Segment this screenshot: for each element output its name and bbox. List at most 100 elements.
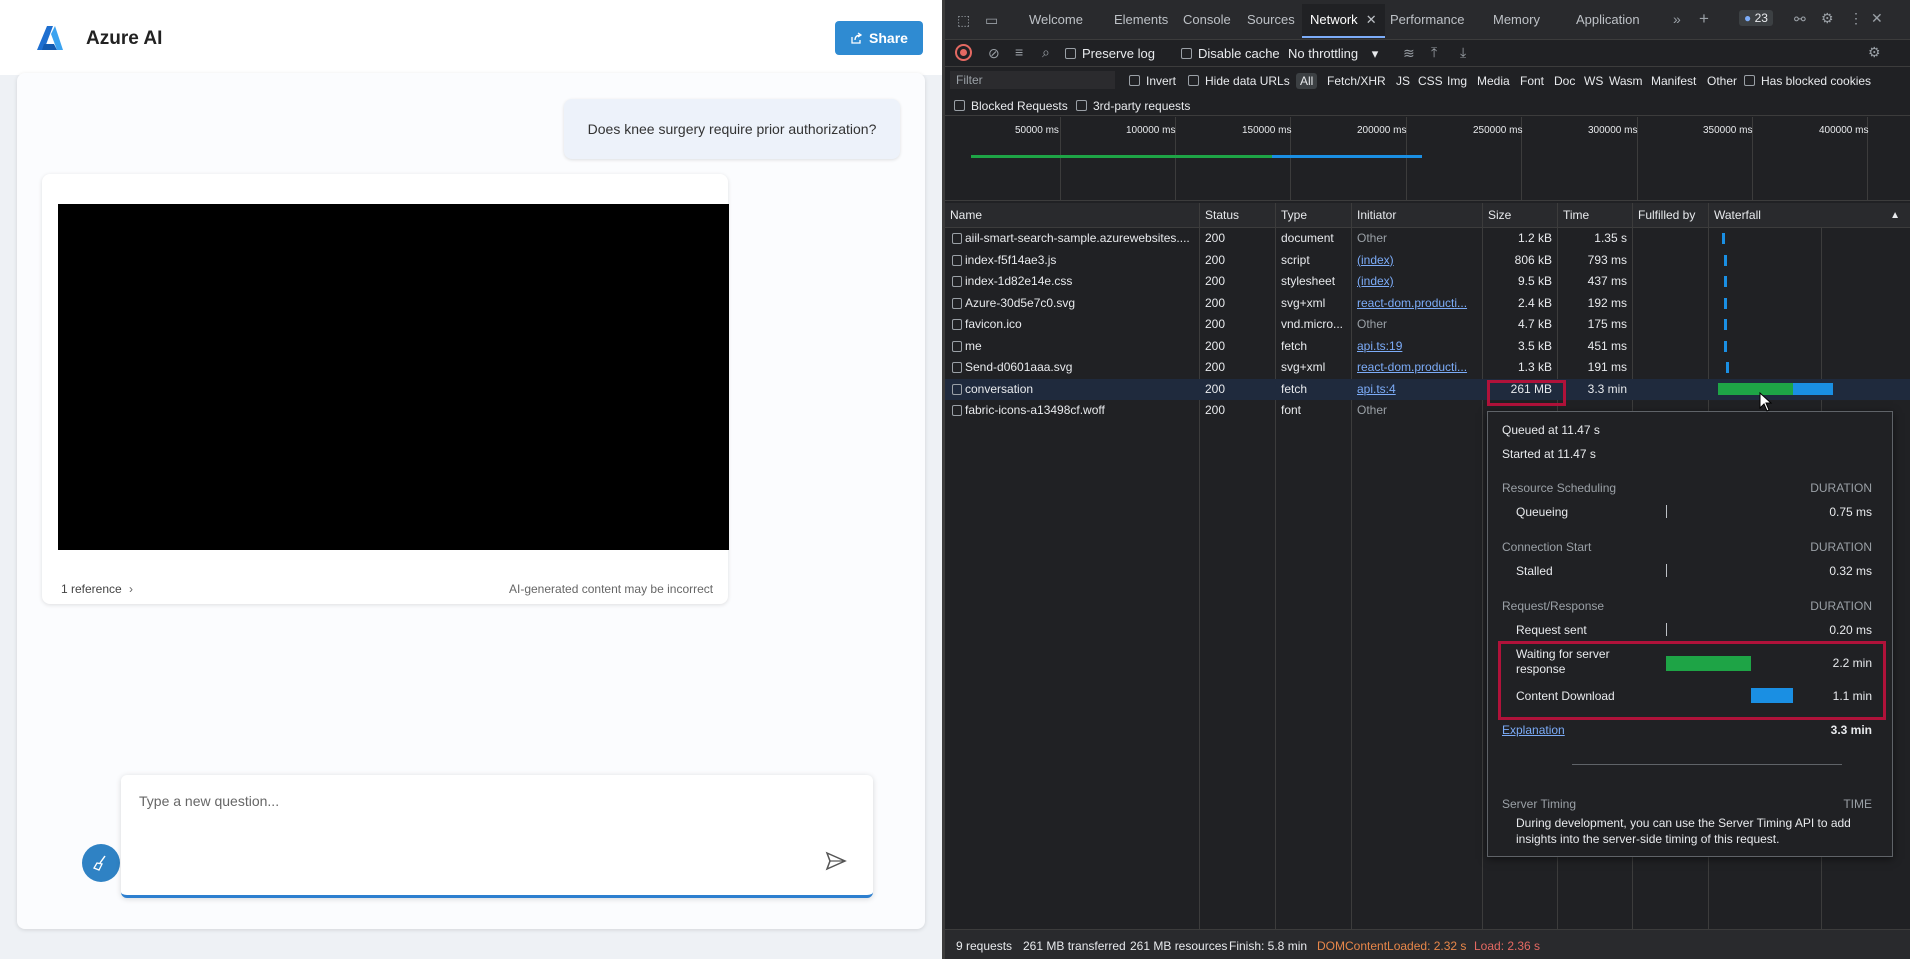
table-row[interactable]: aiil-smart-search-sample.azurewebsites..…: [945, 228, 1910, 249]
filter-type-wasm[interactable]: Wasm: [1609, 74, 1643, 88]
request-sent-value: 0.20 ms: [1829, 623, 1872, 637]
tab-memory[interactable]: Memory: [1493, 12, 1540, 27]
more-options-icon[interactable]: ⋮: [1849, 10, 1863, 27]
request-status: 200: [1205, 274, 1226, 288]
column-size[interactable]: Size: [1483, 203, 1558, 228]
status-dom-content-loaded: DOMContentLoaded: 2.32 s: [1317, 939, 1467, 953]
filter-type-css[interactable]: CSS: [1418, 74, 1443, 88]
request-initiator[interactable]: api.ts:19: [1357, 339, 1479, 353]
filter-type-font[interactable]: Font: [1520, 74, 1544, 88]
column-fulfilled-by[interactable]: Fulfilled by: [1633, 203, 1709, 228]
request-initiator: Other: [1357, 403, 1388, 417]
request-initiator[interactable]: api.ts:4: [1357, 382, 1479, 396]
tab-network[interactable]: Network ✕: [1302, 4, 1385, 38]
overview-tick: 150000 ms: [1242, 125, 1292, 136]
overview-waiting-bar: [971, 155, 1298, 158]
request-size: 806 kB: [1514, 252, 1552, 267]
add-tab-icon[interactable]: +: [1699, 9, 1709, 29]
share-button[interactable]: Share: [835, 21, 923, 55]
tab-console[interactable]: Console: [1183, 12, 1231, 27]
table-row[interactable]: me 200 fetch api.ts:19 3.5 kB 451 ms: [945, 336, 1910, 357]
export-har-icon[interactable]: ⤓: [1460, 44, 1466, 61]
throttling-select[interactable]: No throttling ▾: [1288, 46, 1378, 62]
send-icon[interactable]: [824, 849, 848, 873]
invert-checkbox[interactable]: Invert: [1129, 74, 1176, 88]
column-status[interactable]: Status: [1200, 203, 1276, 228]
overview-download-bar: [1272, 155, 1422, 158]
filter-type-fetch-xhr[interactable]: Fetch/XHR: [1327, 74, 1386, 88]
has-blocked-cookies-checkbox[interactable]: Has blocked cookies: [1744, 74, 1871, 88]
request-status: 200: [1205, 231, 1226, 245]
table-row[interactable]: Azure-30d5e7c0.svg 200 svg+xml react-dom.pr…: [945, 293, 1910, 314]
disable-cache-checkbox[interactable]: Disable cache: [1181, 46, 1280, 61]
tab-performance[interactable]: Performance: [1390, 12, 1464, 27]
inspect-icon[interactable]: ⬚: [957, 12, 970, 29]
tab-sources[interactable]: Sources: [1247, 12, 1295, 27]
filter-type-media[interactable]: Media: [1477, 74, 1510, 88]
import-har-icon[interactable]: ⤒: [1431, 44, 1437, 61]
devtools-tab-bar: ⬚ ▭ Welcome Elements Console Sources Net…: [945, 0, 1910, 40]
filter-type-other[interactable]: Other: [1707, 74, 1737, 88]
app-header: Azure AI Share: [0, 0, 942, 75]
connect-icon[interactable]: ⚯: [1794, 11, 1806, 28]
request-initiator[interactable]: (index): [1357, 253, 1479, 267]
hide-data-urls-checkbox[interactable]: Hide data URLs: [1188, 74, 1290, 88]
close-icon[interactable]: ✕: [1366, 12, 1377, 27]
filter-type-manifest[interactable]: Manifest: [1651, 74, 1696, 88]
request-status: 200: [1205, 381, 1226, 396]
status-request-count: 9 requests: [956, 939, 1013, 953]
tab-application[interactable]: Application: [1576, 12, 1640, 27]
filter-type-js[interactable]: JS: [1396, 74, 1410, 88]
clear-icon[interactable]: ⊘: [988, 45, 1000, 62]
request-initiator[interactable]: react-dom.producti...: [1357, 360, 1479, 374]
clear-chat-button[interactable]: [82, 844, 120, 882]
filter-type-all[interactable]: All: [1296, 73, 1318, 89]
chevron-right-icon: ›: [129, 582, 134, 596]
filter-type-img[interactable]: Img: [1447, 74, 1467, 88]
network-overview[interactable]: 50000 ms 100000 ms 150000 ms 200000 ms 2…: [945, 117, 1910, 201]
column-name[interactable]: Name: [945, 203, 1200, 228]
network-status-bar: 9 requests 261 MB transferred 261 MB res…: [945, 929, 1910, 959]
filter-type-doc[interactable]: Doc: [1554, 74, 1575, 88]
request-name: conversation: [965, 381, 1034, 396]
status-load: Load: 2.36 s: [1474, 939, 1541, 953]
tab-welcome[interactable]: Welcome: [1029, 12, 1083, 27]
table-row[interactable]: index-1d82e14e.css 200 stylesheet (index) 9.…: [945, 271, 1910, 292]
filter-icon[interactable]: ≡: [1015, 44, 1023, 60]
checkbox-icon: [1129, 75, 1140, 86]
table-row[interactable]: favicon.ico 200 vnd.micro... Other 4.7 kB 175…: [945, 314, 1910, 335]
request-time: 1.35 s: [1594, 231, 1627, 245]
request-initiator[interactable]: react-dom.producti...: [1357, 296, 1479, 310]
search-icon[interactable]: ⌕: [1042, 44, 1050, 61]
more-tabs-icon[interactable]: »: [1673, 11, 1681, 27]
network-settings-icon[interactable]: ⚙: [1868, 44, 1881, 61]
settings-gear-icon[interactable]: ⚙: [1821, 10, 1834, 27]
table-row[interactable]: index-f5f14ae3.js 200 script (index) 806 kB 7…: [945, 250, 1910, 271]
column-initiator[interactable]: Initiator: [1352, 203, 1483, 228]
issues-badge[interactable]: ● 23: [1739, 10, 1773, 26]
device-toolbar-icon[interactable]: ▭: [985, 12, 998, 29]
stalled-label: Stalled: [1516, 564, 1553, 578]
question-input[interactable]: [139, 793, 819, 809]
filter-input[interactable]: [950, 71, 1115, 89]
record-stop-button[interactable]: [955, 44, 972, 61]
user-message: Does knee surgery require prior authoriz…: [564, 99, 900, 159]
close-devtools-icon[interactable]: ✕: [1871, 10, 1883, 27]
network-conditions-icon[interactable]: ≋: [1403, 45, 1415, 62]
timing-popover: Queued at 11.47 s Started at 11.47 s Res…: [1487, 411, 1893, 857]
column-waterfall[interactable]: Waterfall ▲: [1709, 203, 1910, 228]
waterfall-bar: [1724, 297, 1727, 309]
has-blocked-cookies-label: Has blocked cookies: [1761, 74, 1872, 88]
explanation-link[interactable]: Explanation: [1502, 723, 1565, 737]
broom-icon: [93, 855, 106, 871]
references-toggle[interactable]: 1 reference ›: [61, 582, 133, 596]
filter-type-ws[interactable]: WS: [1584, 74, 1603, 88]
column-time[interactable]: Time: [1558, 203, 1633, 228]
table-row[interactable]: Send-d0601aaa.svg 200 svg+xml react-dom.pro…: [945, 357, 1910, 378]
column-type[interactable]: Type: [1276, 203, 1352, 228]
blocked-requests-checkbox[interactable]: Blocked Requests: [954, 99, 1068, 113]
tab-elements[interactable]: Elements: [1114, 12, 1168, 27]
third-party-checkbox[interactable]: 3rd-party requests: [1076, 99, 1190, 113]
request-initiator[interactable]: (index): [1357, 274, 1479, 288]
preserve-log-checkbox[interactable]: Preserve log: [1065, 46, 1155, 61]
